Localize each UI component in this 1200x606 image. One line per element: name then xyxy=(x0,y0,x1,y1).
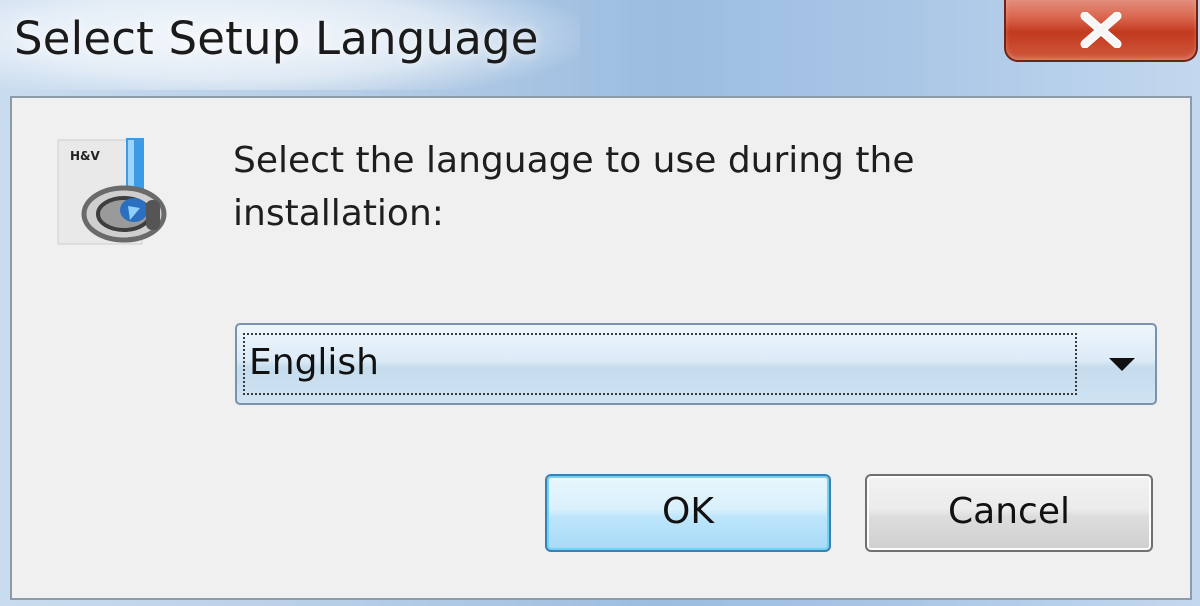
close-icon xyxy=(1080,12,1122,48)
close-button[interactable] xyxy=(1004,0,1198,62)
language-select[interactable]: English xyxy=(235,323,1157,405)
svg-text:H&V: H&V xyxy=(70,149,101,163)
prompt-line-1: Select the language to use during the xyxy=(233,140,915,181)
title-bar[interactable]: Select Setup Language xyxy=(0,0,1200,94)
prompt-line-2: installation: xyxy=(233,193,444,234)
language-select-value: English xyxy=(243,333,1077,395)
window-title: Select Setup Language xyxy=(14,12,539,65)
ok-button[interactable]: OK xyxy=(545,474,831,552)
dialog-body: H&V Select the language to use during th… xyxy=(10,96,1192,600)
language-prompt: Select the language to use during the in… xyxy=(233,134,993,240)
dropdown-arrow-icon[interactable] xyxy=(1105,354,1139,374)
setup-language-window: Select Setup Language H&V Select the lan… xyxy=(0,0,1200,606)
cancel-button[interactable]: Cancel xyxy=(865,474,1153,552)
installer-app-icon: H&V xyxy=(54,136,170,248)
